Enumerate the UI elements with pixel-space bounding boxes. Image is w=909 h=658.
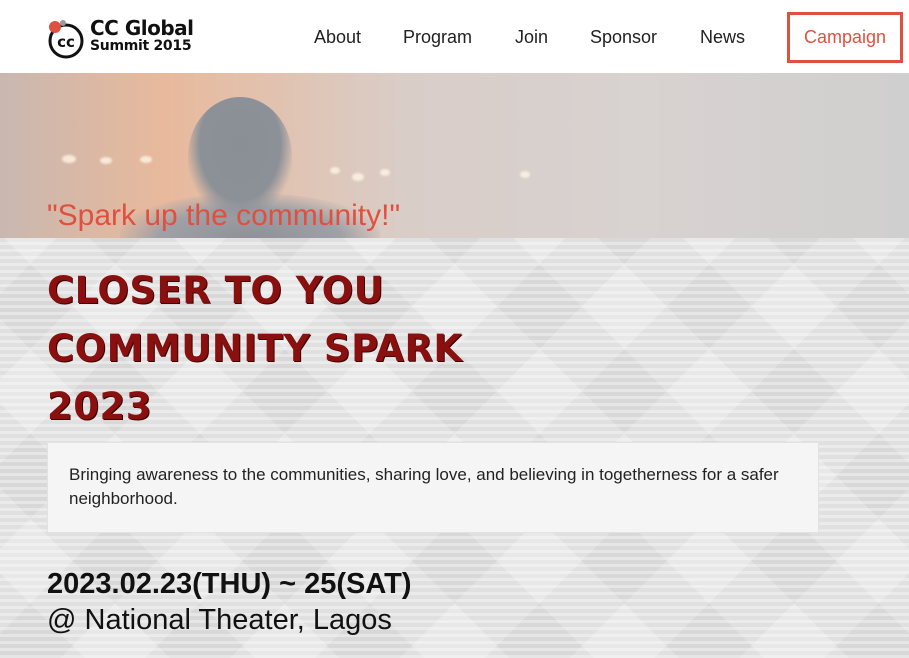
- site-header: cc CC Global Summit 2015 About Program J…: [0, 0, 909, 73]
- event-venue: @ National Theater, Lagos: [47, 604, 392, 636]
- bokeh-light: [380, 169, 390, 176]
- logo-wordmark: CC Global Summit 2015: [90, 18, 194, 53]
- nav-link-news[interactable]: News: [700, 26, 745, 48]
- site-logo[interactable]: cc CC Global Summit 2015: [46, 14, 196, 64]
- bokeh-light: [100, 157, 112, 164]
- bokeh-light: [62, 155, 76, 163]
- logo-mark-text: cc: [57, 33, 75, 51]
- hero-headline: CLOSER TO YOU COMMUNITY SPARK 2023: [47, 262, 463, 436]
- nav-link-about[interactable]: About: [314, 26, 361, 48]
- description-text: Bringing awareness to the communities, s…: [69, 465, 779, 508]
- headline-line-3: 2023: [47, 385, 152, 428]
- logo-title: CC Global: [90, 16, 194, 40]
- logo-subtitle: Summit 2015: [90, 38, 192, 54]
- nav-link-program[interactable]: Program: [403, 26, 472, 48]
- headline-line-1: CLOSER TO YOU: [47, 269, 385, 312]
- nav-link-sponsor[interactable]: Sponsor: [590, 26, 657, 48]
- logo-icon: cc: [48, 20, 84, 59]
- campaign-button[interactable]: Campaign: [787, 12, 903, 63]
- bokeh-light: [140, 156, 152, 163]
- bokeh-light: [352, 173, 364, 181]
- hero-tagline: "Spark up the community!": [47, 199, 401, 232]
- bokeh-light: [330, 167, 340, 174]
- event-date: 2023.02.23(THU) ~ 25(SAT): [47, 568, 412, 600]
- headline-line-2: COMMUNITY SPARK: [47, 327, 463, 370]
- bokeh-light: [520, 171, 530, 178]
- description-box: Bringing awareness to the communities, s…: [47, 442, 819, 533]
- nav-link-join[interactable]: Join: [515, 26, 548, 48]
